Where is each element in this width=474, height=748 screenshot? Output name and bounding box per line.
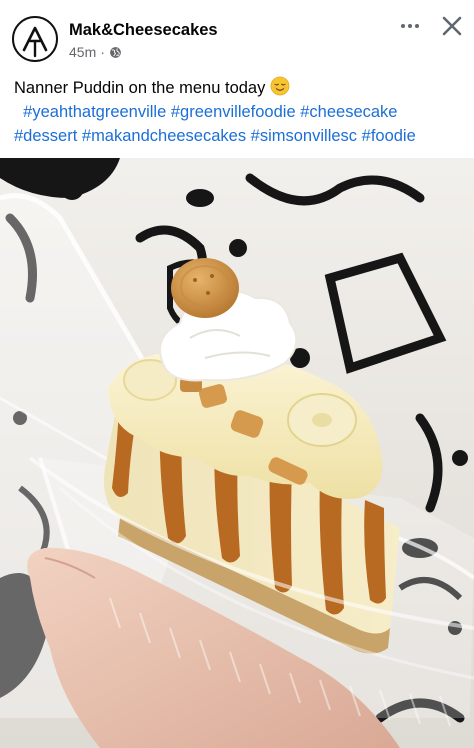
hashtag-link[interactable]: #foodie [362,127,416,145]
caption-text: Nanner Puddin on the menu today [14,79,266,97]
post-meta: 45m · [69,44,122,60]
more-dot [415,24,419,28]
close-icon [442,16,462,36]
relieved-face-emoji [270,76,290,96]
close-button[interactable] [436,10,468,42]
more-horizontal-icon [401,24,405,28]
post-photo[interactable] [0,158,474,748]
hashtag-link[interactable]: #greenvillefoodie [171,103,296,121]
hashtags-line-1: #yeahthatgreenville #greenvillefoodie #c… [14,100,466,124]
logo-icon [22,26,48,58]
cheesecake-photo-illustration [0,158,474,748]
hashtags-line-2: #dessert #makandcheesecakes #simsonville… [14,124,466,148]
post-caption: Nanner Puddin on the menu today #yeahtha… [14,76,466,148]
post-header: Mak&Cheesecakes 45m · [0,0,474,70]
hashtag-link[interactable]: #makandcheesecakes [82,127,246,145]
more-dot [408,24,412,28]
hashtag-link[interactable]: #cheesecake [300,103,397,121]
hashtag-link[interactable]: #simsonvillesc [251,127,357,145]
hashtag-link[interactable]: #dessert [14,127,77,145]
hashtag-link[interactable]: #yeahthatgreenville [23,103,166,121]
page-name-link[interactable]: Mak&Cheesecakes [69,21,218,40]
timestamp[interactable]: 45m [69,44,96,60]
separator-dot: · [100,44,105,60]
more-options-button[interactable] [395,14,425,38]
avatar[interactable] [12,16,58,62]
globe-icon [110,46,121,58]
caption-line: Nanner Puddin on the menu today [14,76,466,100]
